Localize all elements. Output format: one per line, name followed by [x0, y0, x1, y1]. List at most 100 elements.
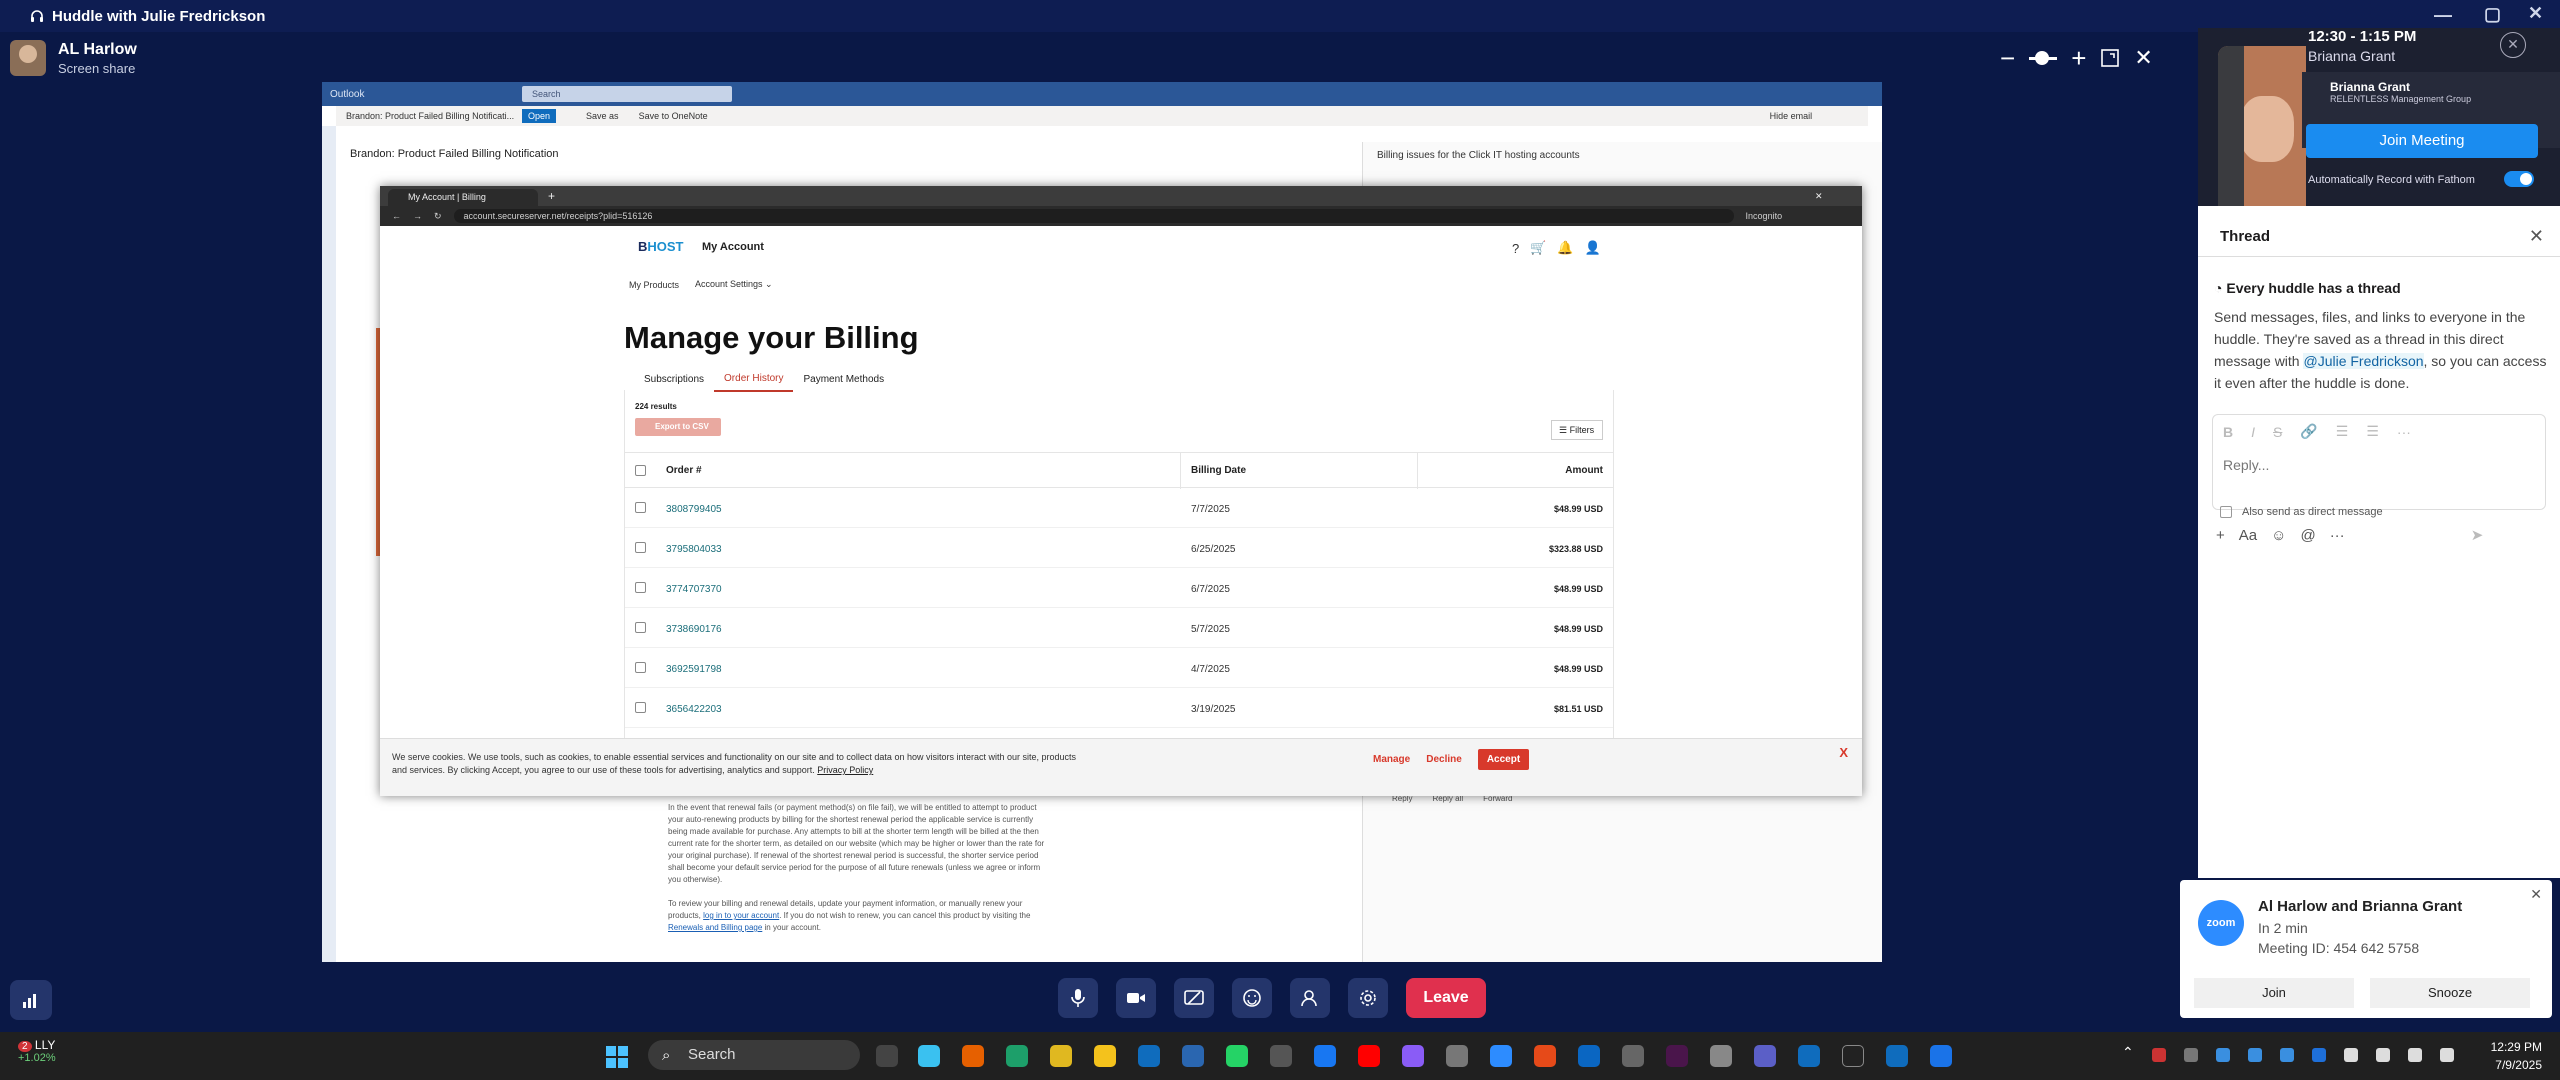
url-input[interactable]: account.secureserver.net/receipts?plid=5…: [453, 209, 1734, 223]
outlook-new-icon[interactable]: [1886, 1045, 1908, 1067]
decline-cookies-button[interactable]: Decline: [1426, 754, 1462, 765]
order-link[interactable]: 3808799405: [666, 504, 722, 515]
close-window-icon[interactable]: ✕: [2528, 3, 2543, 24]
emoji-icon[interactable]: ☺: [2271, 527, 2286, 544]
notification-snooze-button[interactable]: Snooze: [2370, 978, 2530, 1008]
renewals-link[interactable]: Renewals and Billing page: [668, 923, 762, 932]
chrome-icon[interactable]: [1050, 1045, 1072, 1067]
row-checkbox[interactable]: [635, 582, 646, 593]
row-checkbox[interactable]: [635, 702, 646, 713]
app-icon[interactable]: [1534, 1045, 1556, 1067]
reactions-button[interactable]: [1232, 978, 1272, 1018]
select-all-checkbox[interactable]: [635, 465, 646, 476]
order-link[interactable]: 3656422203: [666, 704, 722, 715]
battery-icon[interactable]: [2440, 1048, 2454, 1062]
email-tab[interactable]: Brandon: Product Failed Billing Notifica…: [346, 111, 516, 121]
back-icon[interactable]: ←: [392, 211, 401, 221]
close-share-icon[interactable]: ✕: [2134, 45, 2152, 71]
row-checkbox[interactable]: [635, 502, 646, 513]
text-format-icon[interactable]: Aa: [2239, 527, 2257, 544]
order-link[interactable]: 3795804033: [666, 544, 722, 555]
order-link[interactable]: 3692591798: [666, 664, 722, 675]
minimize-icon[interactable]: —: [2434, 5, 2452, 26]
outlook-icon[interactable]: [1138, 1045, 1160, 1067]
row-checkbox[interactable]: [635, 622, 646, 633]
windows-start-icon[interactable]: [606, 1046, 628, 1068]
mail-icon[interactable]: [1798, 1045, 1820, 1067]
accept-cookies-button[interactable]: Accept: [1477, 749, 1530, 770]
order-link[interactable]: 3774707370: [666, 584, 722, 595]
onedrive-icon[interactable]: [2248, 1048, 2262, 1062]
tray-chevron-icon[interactable]: ⌃: [2122, 1044, 2134, 1061]
row-checkbox[interactable]: [635, 542, 646, 553]
bell-icon[interactable]: 🔔: [1557, 240, 1573, 256]
user-mention[interactable]: @Julie Fredrickson: [2303, 353, 2424, 369]
leave-button[interactable]: Leave: [1406, 978, 1486, 1018]
slack-icon[interactable]: [1666, 1045, 1688, 1067]
help-icon[interactable]: ?: [1512, 241, 1519, 256]
nav-account-settings[interactable]: Account Settings ⌄: [695, 279, 773, 290]
reply-input[interactable]: Reply...: [2223, 457, 2269, 473]
save-onenote-button[interactable]: Save to OneNote: [639, 111, 708, 121]
bullet-list-icon[interactable]: ☰: [2366, 423, 2379, 440]
notification-join-button[interactable]: Join: [2194, 978, 2354, 1008]
outlook-search-input[interactable]: Search: [522, 86, 732, 102]
user-icon[interactable]: 👤: [1585, 240, 1601, 256]
forward-icon[interactable]: →: [413, 211, 422, 221]
tab-payment-methods[interactable]: Payment Methods: [793, 368, 894, 391]
video-button[interactable]: [1116, 978, 1156, 1018]
app-icon[interactable]: [1446, 1045, 1468, 1067]
export-csv-button[interactable]: Export to CSV: [635, 418, 721, 436]
taskbar-clock[interactable]: 12:29 PM 7/9/2025: [2491, 1038, 2542, 1074]
tab-order-history[interactable]: Order History: [714, 367, 794, 392]
copilot-icon[interactable]: [918, 1045, 940, 1067]
firefox-icon[interactable]: [962, 1045, 984, 1067]
stock-widget[interactable]: 2 LLY +1.02%: [18, 1038, 56, 1064]
plus-icon[interactable]: +: [2216, 527, 2225, 544]
task-view-icon[interactable]: [876, 1045, 898, 1067]
manage-cookies-button[interactable]: Manage: [1373, 754, 1410, 765]
close-thread-icon[interactable]: ✕: [2529, 226, 2544, 247]
maximize-icon[interactable]: ▢: [2484, 4, 2501, 25]
browser-close-icon[interactable]: ✕: [1815, 191, 1823, 202]
new-tab-icon[interactable]: +: [548, 189, 555, 203]
settings-icon[interactable]: [1710, 1045, 1732, 1067]
app-icon[interactable]: [1842, 1045, 1864, 1067]
mention-icon[interactable]: @: [2300, 527, 2315, 544]
youtube-icon[interactable]: [1358, 1045, 1380, 1067]
close-card-icon[interactable]: ✕: [2500, 32, 2526, 58]
vpn-icon[interactable]: [1270, 1045, 1292, 1067]
filters-button[interactable]: ☰ Filters: [1551, 420, 1603, 440]
edge-icon[interactable]: [1006, 1045, 1028, 1067]
bold-icon[interactable]: B: [2223, 424, 2233, 440]
italic-icon[interactable]: I: [2251, 424, 2255, 440]
reload-icon[interactable]: ↻: [434, 211, 442, 222]
mic-button[interactable]: [1058, 978, 1098, 1018]
zoom-slider[interactable]: [2029, 50, 2058, 65]
open-button[interactable]: Open: [522, 109, 557, 123]
login-link[interactable]: log in to your account: [703, 911, 779, 920]
ordered-list-icon[interactable]: ☰: [2336, 423, 2349, 440]
auto-record-toggle[interactable]: [2504, 171, 2534, 187]
zoom-taskbar-icon[interactable]: [1490, 1045, 1512, 1067]
cookie-close-button[interactable]: X: [1839, 745, 1848, 760]
save-as-button[interactable]: Save as: [586, 111, 619, 121]
taskbar-search-input[interactable]: Search: [648, 1040, 860, 1070]
browser-tab[interactable]: My Account | Billing: [388, 189, 538, 206]
tab-subscriptions[interactable]: Subscriptions: [634, 368, 714, 391]
zoom-out-icon[interactable]: −: [2000, 43, 2015, 74]
send-icon[interactable]: ➤: [2471, 526, 2484, 544]
cart-icon[interactable]: 🛒: [1530, 240, 1546, 256]
app-icon[interactable]: [1622, 1045, 1644, 1067]
tray-icon[interactable]: [2184, 1048, 2198, 1062]
also-send-checkbox[interactable]: [2220, 506, 2232, 518]
bluetooth-icon[interactable]: [2312, 1048, 2326, 1062]
wifi-icon[interactable]: [2376, 1048, 2390, 1062]
more-icon[interactable]: ···: [2330, 527, 2345, 544]
microphone-tray-icon[interactable]: [2344, 1048, 2358, 1062]
strikethrough-icon[interactable]: S: [2273, 424, 2282, 440]
onedrive-icon[interactable]: [2216, 1048, 2230, 1062]
app-icon[interactable]: [1930, 1045, 1952, 1067]
row-checkbox[interactable]: [635, 662, 646, 673]
link-icon[interactable]: 🔗: [2300, 423, 2317, 440]
